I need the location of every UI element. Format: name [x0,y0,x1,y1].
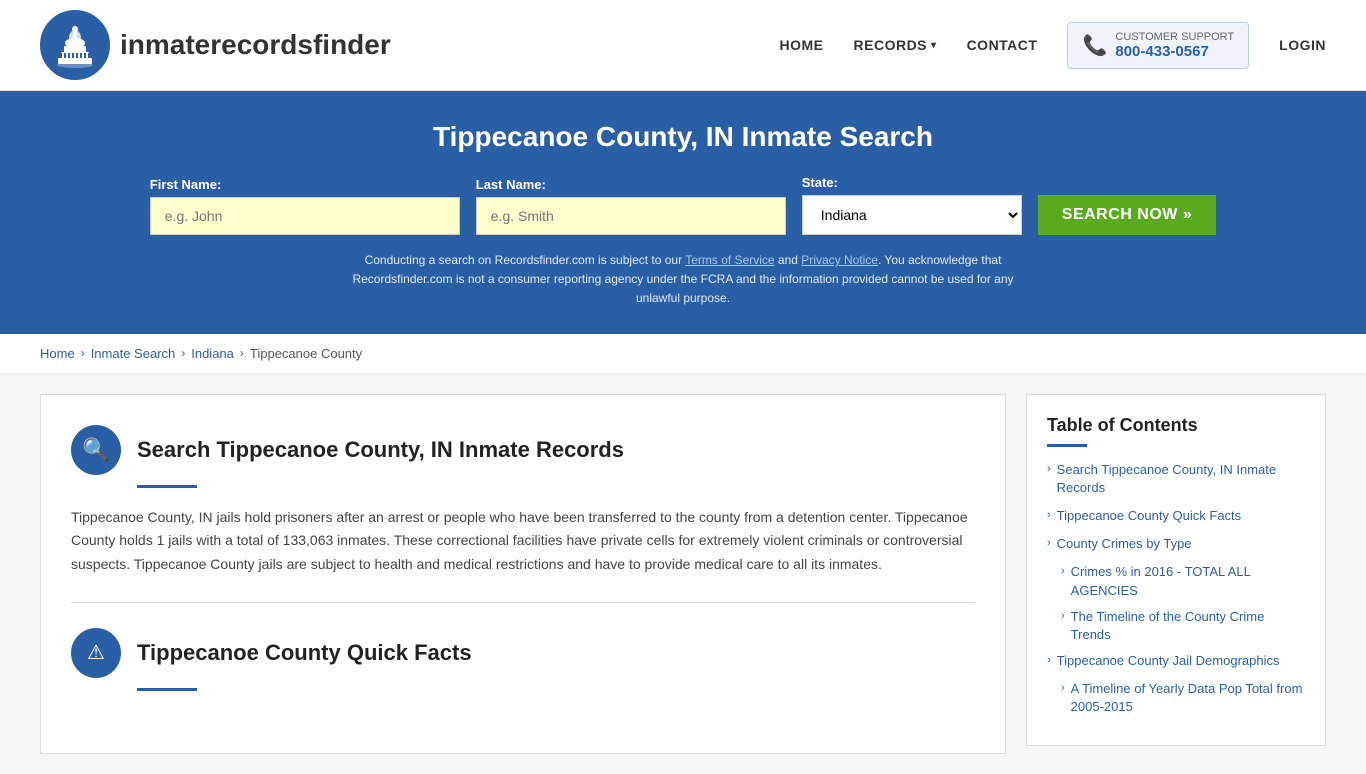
chevron-right-icon: › [1047,463,1051,475]
search-icon: 🔍 [71,425,121,475]
logo-text: inmaterecordsfinder [120,29,391,61]
section1-header: 🔍 Search Tippecanoe County, IN Inmate Re… [71,425,975,475]
toc-link-2[interactable]: Tippecanoe County Quick Facts [1057,507,1242,525]
chevron-right-icon: › [1061,610,1065,622]
state-label: State: [802,175,838,190]
toc-divider [1047,444,1087,447]
section2-divider [137,688,197,691]
chevron-right-icon: › [1047,654,1051,666]
toc-item-5[interactable]: › The Timeline of the County Crime Trend… [1061,608,1305,644]
search-form: First Name: Last Name: State: Indiana Al… [40,175,1326,235]
section1-body: Tippecanoe County, IN jails hold prisone… [71,506,975,577]
breadcrumb-current: Tippecanoe County [250,346,362,361]
support-label: CUSTOMER SUPPORT [1115,31,1234,43]
breadcrumb-inmate-search[interactable]: Inmate Search [91,346,176,361]
last-name-label: Last Name: [476,177,546,192]
first-name-input[interactable] [150,197,460,235]
section1-title: Search Tippecanoe County, IN Inmate Reco… [137,437,624,463]
breadcrumb-sep-2: › [181,346,185,360]
warning-icon: ⚠ [71,628,121,678]
chevron-down-icon: ▾ [931,40,937,51]
customer-support-box: 📞 CUSTOMER SUPPORT 800-433-0567 [1067,22,1249,69]
nav-home[interactable]: HOME [780,37,824,53]
main-content: 🔍 Search Tippecanoe County, IN Inmate Re… [0,374,1366,774]
toc-link-5[interactable]: The Timeline of the County Crime Trends [1071,608,1305,644]
first-name-group: First Name: [150,177,460,235]
state-group: State: Indiana Alabama Alaska California… [802,175,1022,235]
logo-icon [40,10,110,80]
disclaimer-text: Conducting a search on Recordsfinder.com… [333,251,1033,309]
breadcrumb-indiana[interactable]: Indiana [191,346,234,361]
toc-sub-group: › Crimes % in 2016 - TOTAL ALL AGENCIES … [1047,563,1305,644]
toc-link-3[interactable]: County Crimes by Type [1057,535,1192,553]
toc-item-1[interactable]: › Search Tippecanoe County, IN Inmate Re… [1047,461,1305,497]
nav-records[interactable]: RECORDS ▾ [854,37,937,53]
toc-link-1[interactable]: Search Tippecanoe County, IN Inmate Reco… [1057,461,1305,497]
breadcrumb-sep-3: › [240,346,244,360]
article: 🔍 Search Tippecanoe County, IN Inmate Re… [40,394,1006,754]
first-name-label: First Name: [150,177,222,192]
toc-title: Table of Contents [1047,415,1305,436]
support-number: 800-433-0567 [1115,43,1234,60]
section1: 🔍 Search Tippecanoe County, IN Inmate Re… [71,425,975,577]
section1-divider [137,485,197,488]
phone-icon: 📞 [1082,33,1107,58]
toc-item-4[interactable]: › Crimes % in 2016 - TOTAL ALL AGENCIES [1061,563,1305,599]
breadcrumb-home[interactable]: Home [40,346,75,361]
state-select[interactable]: Indiana Alabama Alaska California Florid… [802,195,1022,235]
section-hr [71,602,975,603]
hero-section: Tippecanoe County, IN Inmate Search Firs… [0,91,1366,334]
breadcrumb: Home › Inmate Search › Indiana › Tippeca… [0,334,1366,374]
login-button[interactable]: LOGIN [1279,37,1326,53]
nav-contact[interactable]: CONTACT [967,37,1038,53]
table-of-contents: Table of Contents › Search Tippecanoe Co… [1026,394,1326,746]
privacy-link[interactable]: Privacy Notice [801,253,878,267]
chevron-right-icon: › [1047,509,1051,521]
section2: ⚠ Tippecanoe County Quick Facts [71,628,975,691]
breadcrumb-sep-1: › [81,346,85,360]
header: inmaterecordsfinder HOME RECORDS ▾ CONTA… [0,0,1366,91]
page-title: Tippecanoe County, IN Inmate Search [40,121,1326,153]
toc-link-4[interactable]: Crimes % in 2016 - TOTAL ALL AGENCIES [1071,563,1305,599]
logo-area: inmaterecordsfinder [40,10,391,80]
toc-link-7[interactable]: A Timeline of Yearly Data Pop Total from… [1071,680,1305,716]
chevron-right-icon: › [1047,537,1051,549]
last-name-input[interactable] [476,197,786,235]
section2-title: Tippecanoe County Quick Facts [137,640,472,666]
search-button[interactable]: SEARCH NOW » [1038,195,1216,235]
chevron-right-icon: › [1061,682,1065,694]
toc-item-2[interactable]: › Tippecanoe County Quick Facts [1047,507,1305,525]
toc-item-7[interactable]: › A Timeline of Yearly Data Pop Total fr… [1061,680,1305,716]
tos-link[interactable]: Terms of Service [685,253,774,267]
main-nav: HOME RECORDS ▾ CONTACT 📞 CUSTOMER SUPPOR… [780,22,1326,69]
toc-item-3[interactable]: › County Crimes by Type [1047,535,1305,553]
toc-item-6[interactable]: › Tippecanoe County Jail Demographics [1047,652,1305,670]
last-name-group: Last Name: [476,177,786,235]
toc-link-6[interactable]: Tippecanoe County Jail Demographics [1057,652,1280,670]
toc-sub-group-2: › A Timeline of Yearly Data Pop Total fr… [1047,680,1305,716]
chevron-right-icon: › [1061,565,1065,577]
section2-header: ⚠ Tippecanoe County Quick Facts [71,628,975,678]
